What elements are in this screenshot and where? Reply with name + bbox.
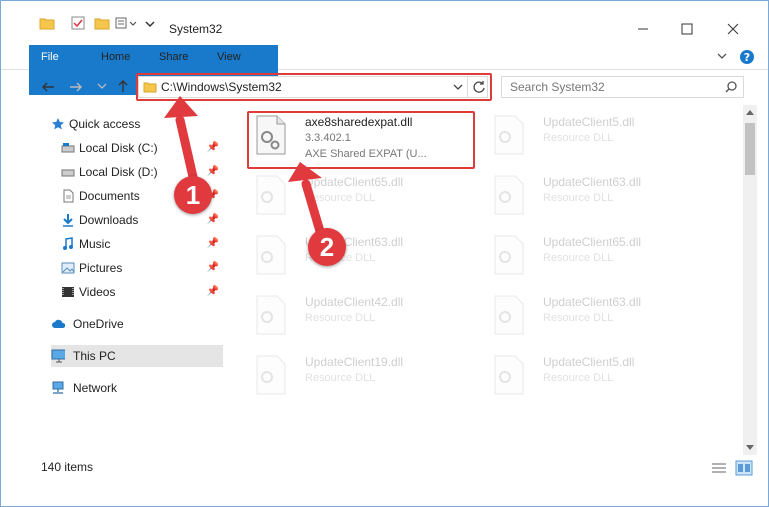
arrow-head-2	[288, 162, 322, 182]
step-marker-1: 1	[174, 176, 212, 214]
arrow-head-1	[164, 96, 198, 118]
step-marker-2: 2	[308, 228, 346, 266]
annotation-overlay	[164, 96, 327, 243]
